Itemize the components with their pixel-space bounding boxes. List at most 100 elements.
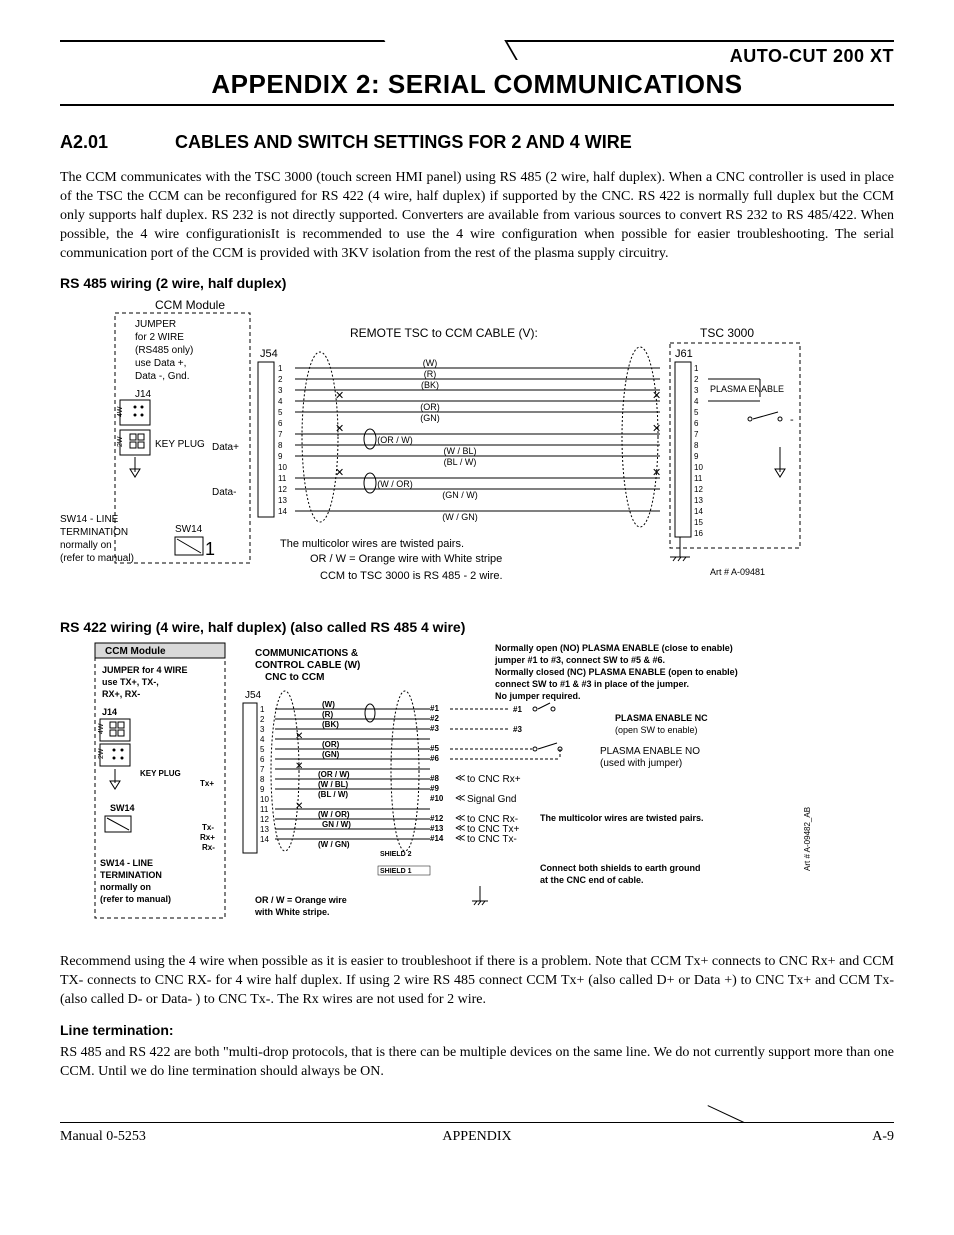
svg-text:Art # A-09481: Art # A-09481 (710, 567, 765, 577)
svg-text:2: 2 (260, 715, 265, 724)
svg-text:13: 13 (694, 496, 703, 505)
svg-text:(GN): (GN) (420, 413, 440, 423)
svg-text:7: 7 (278, 430, 283, 439)
svg-text:CCM Module: CCM Module (105, 646, 166, 657)
svg-text:4: 4 (260, 735, 265, 744)
section-number: A2.01 (60, 132, 170, 153)
svg-text:TERMINATION: TERMINATION (60, 527, 128, 538)
footer-center: APPENDIX (442, 1129, 511, 1145)
line-term-paragraph: RS 485 and RS 422 are both "multi-drop p… (60, 1044, 894, 1082)
intro-paragraph: The CCM communicates with the TSC 3000 (… (60, 169, 894, 263)
svg-text:12: 12 (694, 485, 703, 494)
page-footer: Manual 0-5253 APPENDIX A-9 (60, 1122, 894, 1145)
svg-text:(W / OR): (W / OR) (377, 479, 413, 489)
svg-text:(OR / W): (OR / W) (318, 770, 350, 779)
section-title: CABLES AND SWITCH SETTINGS FOR 2 AND 4 W… (175, 132, 632, 152)
svg-text:8: 8 (694, 441, 699, 450)
svg-text:OR / W = Orange wire with Whit: OR / W = Orange wire with White stripe (310, 553, 502, 565)
svg-text:(R): (R) (424, 369, 437, 379)
svg-text:7: 7 (694, 430, 699, 439)
diagram-rs422: CCM Module JUMPER for 4 WIRE use TX+, TX… (60, 641, 894, 941)
svg-text:KEY PLUG: KEY PLUG (155, 439, 205, 450)
svg-text:≪: ≪ (455, 833, 465, 844)
paragraph-2: Recommend using the 4 wire when possible… (60, 953, 894, 1010)
svg-text:TERMINATION: TERMINATION (100, 870, 162, 880)
svg-text:13: 13 (278, 496, 287, 505)
svg-text:(BK): (BK) (421, 380, 439, 390)
svg-text:Normally closed (NC) PLASMA EN: Normally closed (NC) PLASMA ENABLE (open… (495, 667, 738, 677)
svg-text:(W / BL): (W / BL) (444, 446, 477, 456)
svg-text:PLASMA ENABLE NC: PLASMA ENABLE NC (615, 713, 708, 723)
svg-text:13: 13 (260, 825, 269, 834)
svg-text:12: 12 (278, 485, 287, 494)
svg-text:(refer to manual): (refer to manual) (60, 553, 134, 564)
svg-text:Signal Gnd: Signal Gnd (467, 794, 516, 805)
svg-text:JUMPER: JUMPER (135, 319, 176, 330)
svg-text:4W: 4W (98, 724, 105, 735)
svg-text:(W): (W) (322, 700, 335, 709)
svg-text:(W / GN): (W / GN) (318, 840, 350, 849)
svg-text:connect SW to #1 & #3 in place: connect SW to #1 & #3 in place of the ju… (495, 679, 689, 689)
svg-text:10: 10 (278, 463, 287, 472)
svg-text:2: 2 (694, 375, 699, 384)
svg-text:SHIELD 1: SHIELD 1 (380, 868, 412, 875)
svg-text:#9: #9 (430, 784, 439, 793)
svg-text:GN / W): GN / W) (322, 820, 351, 829)
svg-text:1: 1 (278, 364, 283, 373)
svg-text:≪: ≪ (455, 793, 465, 804)
svg-text:6: 6 (278, 419, 283, 428)
diagram1-heading: RS 485 wiring (2 wire, half duplex) (60, 275, 894, 291)
svg-text:use Data +,: use Data +, (135, 358, 186, 369)
svg-text:9: 9 (278, 452, 283, 461)
svg-text:SHIELD 2: SHIELD 2 (380, 851, 412, 858)
svg-text:-: - (790, 414, 794, 426)
svg-text:8: 8 (278, 441, 283, 450)
svg-text:to CNC Rx+: to CNC Rx+ (467, 774, 521, 785)
svg-text:(RS485 only): (RS485 only) (135, 345, 193, 356)
svg-text:(open SW to enable): (open SW to enable) (615, 725, 698, 735)
svg-text:SW14 - LINE: SW14 - LINE (60, 514, 119, 525)
svg-text:#10: #10 (430, 794, 444, 803)
svg-text:16: 16 (694, 529, 703, 538)
svg-text:#1: #1 (513, 705, 522, 714)
svg-text:#6: #6 (430, 754, 439, 763)
svg-text:6: 6 (260, 755, 265, 764)
svg-text:J54: J54 (260, 348, 278, 360)
svg-text:Data+: Data+ (212, 442, 239, 453)
svg-text:4W: 4W (117, 407, 124, 418)
svg-text:3: 3 (278, 386, 283, 395)
svg-text:SW14: SW14 (175, 524, 203, 535)
footer-right: A-9 (872, 1129, 894, 1145)
svg-text:with White stripe.: with White stripe. (254, 907, 330, 917)
svg-text:CNC to CCM: CNC to CCM (265, 672, 324, 683)
svg-text:(used with jumper): (used with jumper) (600, 758, 682, 769)
svg-text:(GN): (GN) (322, 750, 340, 759)
svg-text:(W / OR): (W / OR) (318, 810, 350, 819)
svg-text:(W): (W) (423, 358, 438, 368)
svg-text:11: 11 (694, 474, 703, 483)
svg-text:#3: #3 (513, 725, 522, 734)
svg-text:(BL / W): (BL / W) (444, 457, 477, 467)
svg-text:✕: ✕ (652, 467, 661, 479)
svg-text:4: 4 (694, 397, 699, 406)
svg-text:CCM Module: CCM Module (155, 298, 225, 312)
svg-text:Data -, Gnd.: Data -, Gnd. (135, 371, 189, 382)
svg-text:jumper #1 to #3, connect SW to: jumper #1 to #3, connect SW to #5 & #6. (494, 655, 665, 665)
svg-text:8: 8 (260, 775, 265, 784)
svg-text:1: 1 (694, 364, 699, 373)
svg-text:#12: #12 (430, 814, 444, 823)
svg-text:✕: ✕ (295, 801, 303, 812)
svg-text:1: 1 (260, 705, 265, 714)
svg-text:J54: J54 (245, 690, 262, 701)
svg-text:1: 1 (205, 539, 215, 559)
svg-text:OR / W = Orange wire: OR / W = Orange wire (255, 895, 347, 905)
svg-text:(OR / W): (OR / W) (377, 435, 413, 445)
svg-text:to CNC Tx-: to CNC Tx- (467, 834, 517, 845)
svg-text:(W / GN): (W / GN) (442, 512, 478, 522)
svg-text:5: 5 (694, 408, 699, 417)
svg-text:Tx-: Tx- (202, 823, 214, 832)
svg-text:J14: J14 (135, 389, 152, 400)
svg-text:#5: #5 (430, 744, 439, 753)
svg-text:CONTROL CABLE (W): CONTROL CABLE (W) (255, 660, 360, 671)
svg-text:(refer to manual): (refer to manual) (100, 894, 171, 904)
